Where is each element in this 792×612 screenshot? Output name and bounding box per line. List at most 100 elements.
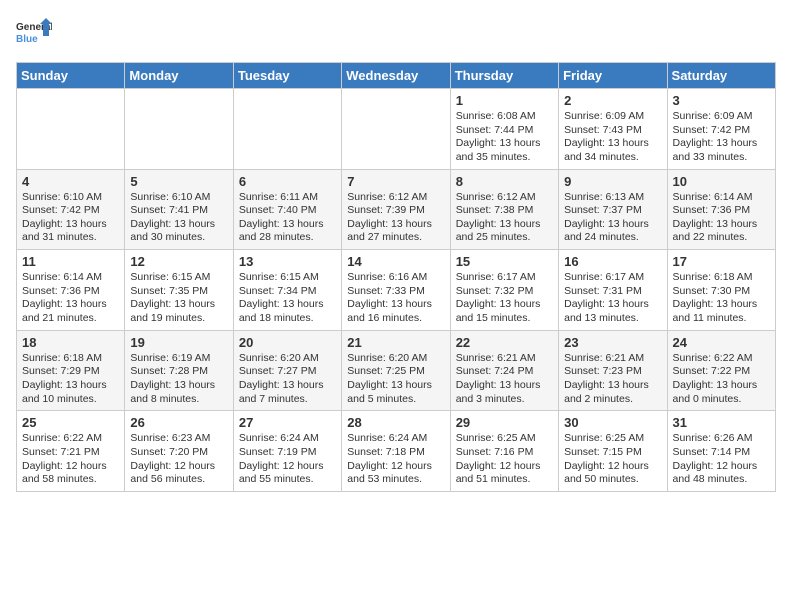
day-info-line: Sunset: 7:33 PM: [347, 285, 444, 299]
calendar-cell: 19Sunrise: 6:19 AMSunset: 7:28 PMDayligh…: [125, 330, 233, 411]
day-info-line: Sunset: 7:44 PM: [456, 124, 553, 138]
day-info-line: Sunrise: 6:22 AM: [673, 352, 770, 366]
day-info-line: Daylight: 13 hours: [347, 379, 444, 393]
calendar-cell: 24Sunrise: 6:22 AMSunset: 7:22 PMDayligh…: [667, 330, 775, 411]
logo-svg: General Blue: [16, 16, 52, 52]
day-header-monday: Monday: [125, 63, 233, 89]
calendar-cell: 18Sunrise: 6:18 AMSunset: 7:29 PMDayligh…: [17, 330, 125, 411]
day-info-line: Sunset: 7:27 PM: [239, 365, 336, 379]
day-info-line: Sunset: 7:22 PM: [673, 365, 770, 379]
day-info-line: and 3 minutes.: [456, 393, 553, 407]
day-number: 5: [130, 174, 227, 189]
calendar-cell: 7Sunrise: 6:12 AMSunset: 7:39 PMDaylight…: [342, 169, 450, 250]
day-number: 23: [564, 335, 661, 350]
calendar-cell: [125, 89, 233, 170]
day-number: 27: [239, 415, 336, 430]
day-info-line: Daylight: 13 hours: [564, 298, 661, 312]
day-info-line: and 18 minutes.: [239, 312, 336, 326]
day-info-line: and 51 minutes.: [456, 473, 553, 487]
day-info-line: Sunset: 7:15 PM: [564, 446, 661, 460]
day-header-tuesday: Tuesday: [233, 63, 341, 89]
day-info-line: and 58 minutes.: [22, 473, 119, 487]
day-info-line: Sunset: 7:24 PM: [456, 365, 553, 379]
calendar-cell: 12Sunrise: 6:15 AMSunset: 7:35 PMDayligh…: [125, 250, 233, 331]
day-info-line: and 30 minutes.: [130, 231, 227, 245]
day-info-line: Sunrise: 6:21 AM: [564, 352, 661, 366]
day-info-line: Sunset: 7:39 PM: [347, 204, 444, 218]
day-number: 17: [673, 254, 770, 269]
calendar-cell: 15Sunrise: 6:17 AMSunset: 7:32 PMDayligh…: [450, 250, 558, 331]
day-info-line: and 24 minutes.: [564, 231, 661, 245]
calendar-cell: 29Sunrise: 6:25 AMSunset: 7:16 PMDayligh…: [450, 411, 558, 492]
day-info-line: Daylight: 12 hours: [22, 460, 119, 474]
calendar-cell: 11Sunrise: 6:14 AMSunset: 7:36 PMDayligh…: [17, 250, 125, 331]
day-info-line: Daylight: 13 hours: [22, 298, 119, 312]
day-info-line: Daylight: 13 hours: [239, 379, 336, 393]
calendar-cell: 31Sunrise: 6:26 AMSunset: 7:14 PMDayligh…: [667, 411, 775, 492]
day-info-line: and 10 minutes.: [22, 393, 119, 407]
week-row-3: 11Sunrise: 6:14 AMSunset: 7:36 PMDayligh…: [17, 250, 776, 331]
day-info-line: Sunrise: 6:11 AM: [239, 191, 336, 205]
day-info-line: Sunrise: 6:25 AM: [564, 432, 661, 446]
day-info-line: Daylight: 13 hours: [564, 379, 661, 393]
day-info-line: Sunrise: 6:12 AM: [456, 191, 553, 205]
week-row-4: 18Sunrise: 6:18 AMSunset: 7:29 PMDayligh…: [17, 330, 776, 411]
day-info-line: Daylight: 13 hours: [130, 379, 227, 393]
calendar-cell: [17, 89, 125, 170]
calendar-cell: 8Sunrise: 6:12 AMSunset: 7:38 PMDaylight…: [450, 169, 558, 250]
day-info-line: and 53 minutes.: [347, 473, 444, 487]
day-number: 8: [456, 174, 553, 189]
calendar-cell: 13Sunrise: 6:15 AMSunset: 7:34 PMDayligh…: [233, 250, 341, 331]
day-info-line: Daylight: 13 hours: [564, 218, 661, 232]
day-info-line: Sunrise: 6:15 AM: [130, 271, 227, 285]
day-info-line: Daylight: 13 hours: [456, 137, 553, 151]
day-info-line: Sunrise: 6:25 AM: [456, 432, 553, 446]
day-number: 21: [347, 335, 444, 350]
day-info-line: Daylight: 13 hours: [673, 379, 770, 393]
day-info-line: Daylight: 13 hours: [239, 298, 336, 312]
day-info-line: Sunset: 7:28 PM: [130, 365, 227, 379]
day-number: 13: [239, 254, 336, 269]
day-number: 7: [347, 174, 444, 189]
day-info-line: and 22 minutes.: [673, 231, 770, 245]
day-number: 29: [456, 415, 553, 430]
day-info-line: Sunrise: 6:12 AM: [347, 191, 444, 205]
day-number: 6: [239, 174, 336, 189]
day-info-line: Sunset: 7:19 PM: [239, 446, 336, 460]
day-info-line: Sunrise: 6:17 AM: [456, 271, 553, 285]
day-number: 25: [22, 415, 119, 430]
day-number: 4: [22, 174, 119, 189]
day-info-line: Sunset: 7:34 PM: [239, 285, 336, 299]
week-row-1: 1Sunrise: 6:08 AMSunset: 7:44 PMDaylight…: [17, 89, 776, 170]
day-number: 2: [564, 93, 661, 108]
day-info-line: and 55 minutes.: [239, 473, 336, 487]
day-info-line: Sunset: 7:16 PM: [456, 446, 553, 460]
day-info-line: Sunrise: 6:24 AM: [347, 432, 444, 446]
day-number: 14: [347, 254, 444, 269]
day-info-line: Sunset: 7:23 PM: [564, 365, 661, 379]
day-info-line: Sunset: 7:18 PM: [347, 446, 444, 460]
day-info-line: Daylight: 13 hours: [673, 137, 770, 151]
day-info-line: and 50 minutes.: [564, 473, 661, 487]
day-header-sunday: Sunday: [17, 63, 125, 89]
day-info-line: Daylight: 13 hours: [456, 379, 553, 393]
day-number: 1: [456, 93, 553, 108]
day-info-line: Sunrise: 6:23 AM: [130, 432, 227, 446]
day-info-line: and 13 minutes.: [564, 312, 661, 326]
day-info-line: and 56 minutes.: [130, 473, 227, 487]
day-info-line: and 16 minutes.: [347, 312, 444, 326]
calendar-cell: 6Sunrise: 6:11 AMSunset: 7:40 PMDaylight…: [233, 169, 341, 250]
day-info-line: Daylight: 13 hours: [130, 218, 227, 232]
day-info-line: and 2 minutes.: [564, 393, 661, 407]
calendar-cell: 26Sunrise: 6:23 AMSunset: 7:20 PMDayligh…: [125, 411, 233, 492]
day-info-line: and 11 minutes.: [673, 312, 770, 326]
day-info-line: Sunrise: 6:09 AM: [564, 110, 661, 124]
day-info-line: Sunset: 7:29 PM: [22, 365, 119, 379]
day-info-line: Daylight: 12 hours: [130, 460, 227, 474]
day-info-line: and 8 minutes.: [130, 393, 227, 407]
day-info-line: Daylight: 13 hours: [22, 218, 119, 232]
day-info-line: and 7 minutes.: [239, 393, 336, 407]
calendar-cell: 23 Sunrise: 6:21 AMSunset: 7:23 PMDayligh…: [559, 330, 667, 411]
header: General Blue: [16, 16, 776, 52]
day-info-line: Sunset: 7:21 PM: [22, 446, 119, 460]
